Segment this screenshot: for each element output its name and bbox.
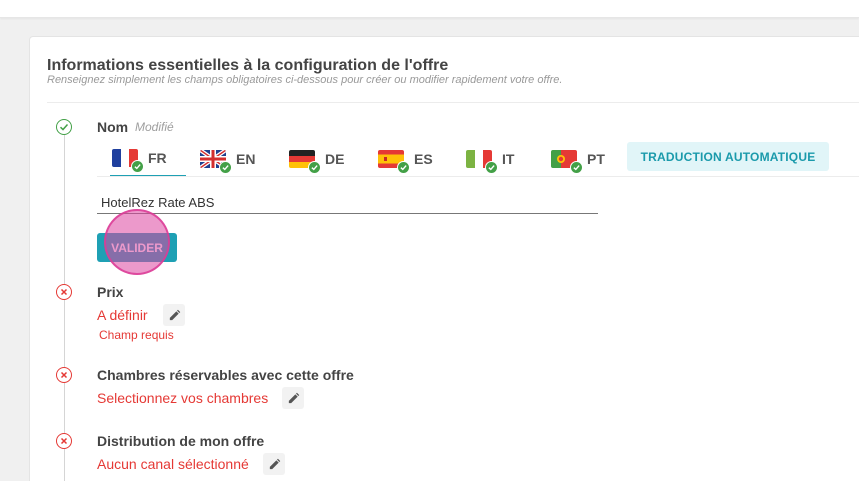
modified-status: Modifié — [135, 120, 174, 134]
offer-name-input[interactable] — [97, 192, 598, 214]
check-icon — [131, 160, 144, 173]
spain-flag-icon — [378, 150, 410, 174]
pencil-icon — [288, 392, 299, 403]
validate-button[interactable]: VALIDER — [97, 233, 177, 262]
lang-code: PT — [587, 151, 605, 167]
check-icon — [485, 161, 498, 174]
tab-lang-it[interactable]: IT — [466, 141, 514, 177]
distribution-label: Distribution de mon offre — [97, 433, 265, 449]
lang-code: EN — [236, 151, 256, 167]
distribution-value[interactable]: Aucun canal sélectionné — [97, 456, 249, 472]
edit-rooms-button[interactable] — [282, 387, 304, 409]
portugal-flag-icon — [551, 150, 583, 174]
price-label: Prix — [97, 284, 124, 300]
tab-lang-pt[interactable]: PT — [551, 141, 605, 177]
france-flag-icon — [112, 149, 144, 173]
edit-price-button[interactable] — [163, 304, 185, 326]
name-label: Nom — [97, 119, 129, 135]
lang-code: IT — [502, 151, 515, 167]
timeline-line — [64, 135, 65, 481]
tab-lang-es[interactable]: ES — [378, 141, 433, 177]
tab-lang-en[interactable]: EN — [200, 141, 255, 177]
germany-flag-icon — [289, 150, 321, 174]
edit-distribution-button[interactable] — [263, 453, 285, 475]
error-circle-icon — [56, 433, 72, 449]
price-value[interactable]: A définir — [97, 307, 148, 323]
tab-lang-fr[interactable]: FR — [110, 141, 186, 177]
error-circle-icon — [56, 284, 72, 300]
error-circle-icon — [56, 367, 72, 383]
offer-config-card: Informations essentielles à la configura… — [29, 36, 859, 481]
uk-flag-icon — [200, 150, 232, 174]
lang-code: FR — [148, 150, 167, 166]
lang-code: DE — [325, 151, 345, 167]
rooms-value[interactable]: Selectionnez vos chambres — [97, 390, 268, 406]
tab-lang-de[interactable]: DE — [289, 141, 344, 177]
check-icon — [219, 161, 232, 174]
top-bar — [0, 0, 859, 18]
check-icon — [397, 161, 410, 174]
divider — [47, 102, 859, 103]
check-icon — [570, 161, 583, 174]
italy-flag-icon — [466, 150, 498, 174]
pencil-icon — [169, 309, 180, 320]
check-icon — [308, 161, 321, 174]
check-circle-icon — [56, 119, 72, 135]
rooms-label: Chambres réservables avec cette offre — [97, 367, 354, 383]
required-error: Champ requis — [99, 328, 174, 342]
lang-code: ES — [414, 151, 433, 167]
section-subtitle: Renseignez simplement les champs obligat… — [47, 74, 563, 86]
tabs-divider — [97, 176, 859, 177]
pencil-icon — [269, 458, 280, 469]
auto-translate-button[interactable]: TRADUCTION AUTOMATIQUE — [627, 142, 829, 171]
section-title: Informations essentielles à la configura… — [47, 57, 449, 74]
